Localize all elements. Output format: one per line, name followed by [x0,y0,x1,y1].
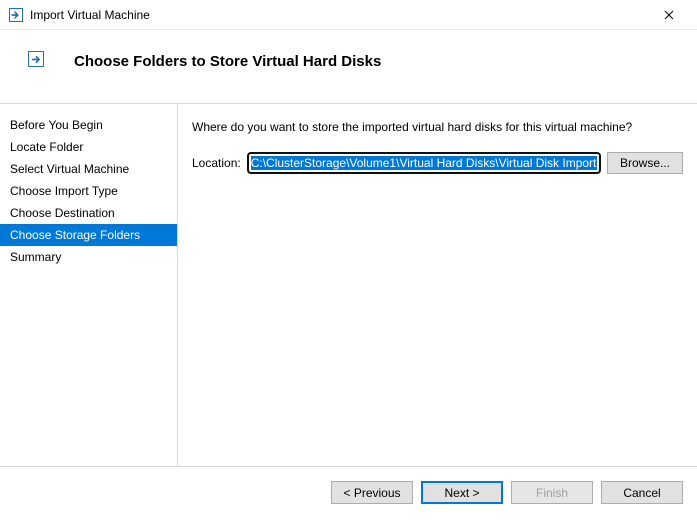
finish-button: Finish [511,481,593,504]
titlebar: Import Virtual Machine [0,0,697,30]
step-choose-destination[interactable]: Choose Destination [0,202,177,224]
wizard-footer: < Previous Next > Finish Cancel [0,466,697,518]
step-locate-folder[interactable]: Locate Folder [0,136,177,158]
previous-button[interactable]: < Previous [331,481,413,504]
location-input[interactable] [247,152,601,174]
step-choose-import-type[interactable]: Choose Import Type [0,180,177,202]
wizard-header: Choose Folders to Store Virtual Hard Dis… [0,30,697,104]
step-before-you-begin[interactable]: Before You Begin [0,114,177,136]
step-select-virtual-machine[interactable]: Select Virtual Machine [0,158,177,180]
wizard-content: Where do you want to store the imported … [178,104,697,466]
prompt-text: Where do you want to store the imported … [192,120,683,134]
browse-button[interactable]: Browse... [607,152,683,174]
next-button[interactable]: Next > [421,481,503,504]
location-label: Location: [192,156,241,170]
wizard-header-icon [20,51,52,71]
step-summary[interactable]: Summary [0,246,177,268]
location-row: Location: Browse... [192,152,683,174]
cancel-button[interactable]: Cancel [601,481,683,504]
wizard-steps-sidebar: Before You Begin Locate Folder Select Vi… [0,104,178,466]
page-title: Choose Folders to Store Virtual Hard Dis… [74,53,381,70]
wizard-body: Before You Begin Locate Folder Select Vi… [0,104,697,466]
window-title: Import Virtual Machine [30,8,150,22]
app-icon [8,7,24,23]
close-button[interactable] [649,1,689,29]
step-choose-storage-folders[interactable]: Choose Storage Folders [0,224,177,246]
